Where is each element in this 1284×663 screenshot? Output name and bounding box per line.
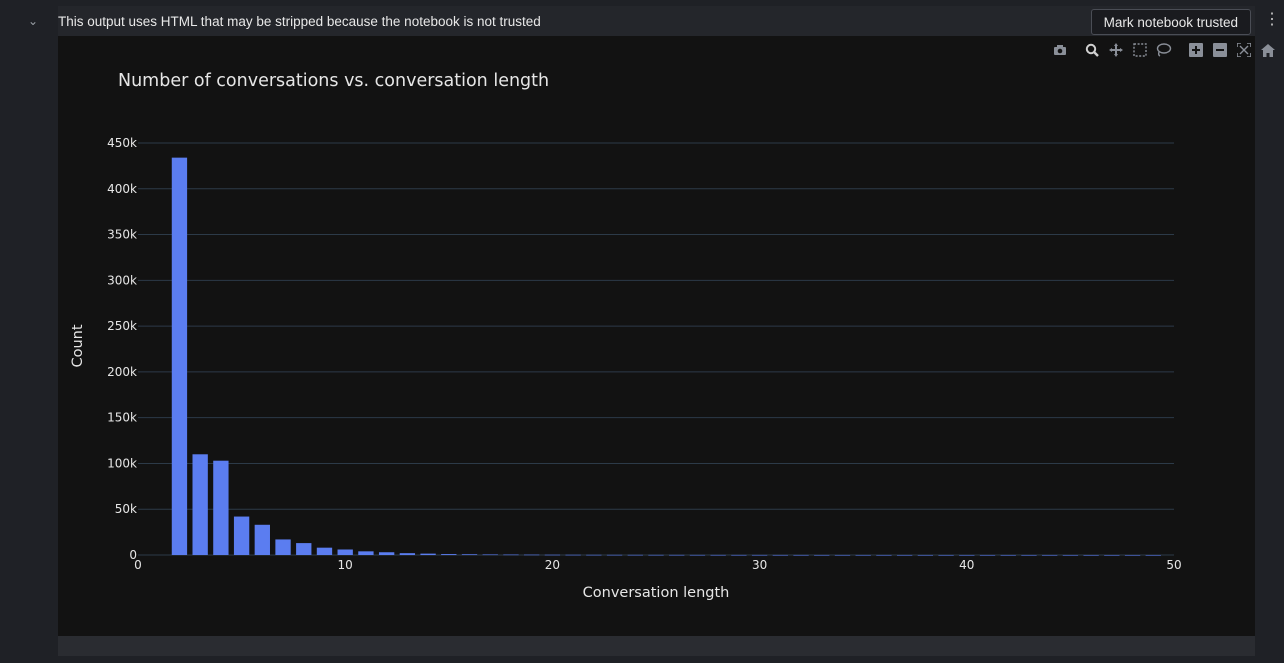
x-axis-label: Conversation length [583, 585, 730, 601]
bar[interactable] [793, 554, 809, 556]
bar[interactable] [959, 554, 975, 556]
y-tick-label: 450k [107, 136, 137, 150]
y-tick-labels: 050k100k150k200k250k300k350k400k450k [107, 136, 137, 562]
x-tick-label: 20 [545, 558, 560, 572]
bar[interactable] [482, 554, 498, 556]
untrusted-warning-bar: This output uses HTML that may be stripp… [58, 6, 1255, 36]
y-tick-label: 350k [107, 228, 137, 242]
bar[interactable] [917, 554, 934, 556]
x-tick-labels: 0 10 20 30 40 50 [134, 558, 1181, 572]
bar[interactable] [1145, 554, 1161, 556]
x-tick-label: 50 [1166, 558, 1181, 572]
cell-menu-icon[interactable]: ⋮ [1264, 10, 1280, 30]
bar[interactable] [606, 554, 623, 556]
bar[interactable] [586, 554, 602, 556]
bar[interactable] [192, 454, 208, 555]
x-tick-label: 40 [959, 558, 974, 572]
reset-axes-icon[interactable] [1256, 40, 1280, 60]
bar[interactable] [834, 554, 851, 556]
bar[interactable] [979, 554, 996, 556]
bar[interactable] [296, 543, 312, 555]
bar[interactable] [772, 554, 788, 556]
bar[interactable] [378, 552, 395, 555]
y-axis-label: Count [70, 324, 86, 367]
y-tick-label: 250k [107, 319, 137, 333]
y-tick-label: 200k [107, 365, 137, 379]
bar[interactable] [441, 554, 457, 555]
x-tick-label: 0 [134, 558, 142, 572]
bar[interactable] [420, 553, 436, 555]
y-tick-label: 300k [107, 273, 137, 287]
bar[interactable] [254, 524, 270, 555]
chart-title: Number of conversations vs. conversation… [118, 71, 549, 91]
bar[interactable] [524, 554, 540, 556]
bar[interactable] [233, 516, 250, 555]
bar[interactable] [171, 157, 188, 555]
bar[interactable] [648, 554, 664, 556]
bar[interactable] [461, 554, 478, 555]
bar[interactable] [1021, 554, 1037, 556]
collapse-output-toggle[interactable]: ⌄ [24, 12, 42, 30]
bar[interactable] [1042, 554, 1058, 556]
untrusted-warning-text: This output uses HTML that may be stripp… [58, 13, 541, 29]
output-cell: This output uses HTML that may be stripp… [58, 6, 1275, 656]
bar[interactable] [731, 554, 747, 556]
bar[interactable] [710, 554, 726, 556]
bar[interactable] [814, 554, 830, 556]
bar[interactable] [213, 460, 229, 555]
y-tick-label: 150k [107, 411, 137, 425]
bar[interactable] [751, 554, 768, 556]
output-footer [58, 636, 1255, 656]
bar[interactable] [358, 551, 374, 555]
bar[interactable] [399, 553, 416, 555]
bar[interactable] [1000, 554, 1016, 556]
bar[interactable] [565, 554, 581, 556]
bar[interactable] [503, 554, 519, 556]
y-tick-label: 400k [107, 182, 137, 196]
grid-lines [138, 142, 1174, 556]
bar[interactable] [896, 554, 913, 556]
bar[interactable] [689, 554, 706, 556]
bar[interactable] [876, 554, 892, 556]
bar[interactable] [544, 554, 561, 556]
mark-notebook-trusted-button[interactable]: Mark notebook trusted [1090, 9, 1251, 35]
bar[interactable] [1124, 554, 1141, 556]
bar[interactable] [316, 547, 333, 555]
bar[interactable] [627, 554, 643, 556]
x-tick-label: 30 [752, 558, 767, 572]
y-tick-label: 50k [115, 502, 137, 516]
bars [171, 157, 1161, 556]
bar[interactable] [855, 554, 871, 556]
bar[interactable] [1062, 554, 1079, 556]
bar[interactable] [669, 554, 685, 556]
bar[interactable] [1083, 554, 1099, 556]
bar[interactable] [337, 549, 353, 555]
x-tick-label: 10 [338, 558, 353, 572]
chevron-down-icon: ⌄ [27, 14, 39, 28]
bar[interactable] [938, 554, 954, 556]
bar-chart: Number of conversations vs. conversation… [70, 71, 1182, 601]
y-tick-label: 100k [107, 456, 137, 470]
bar[interactable] [275, 539, 291, 555]
bar[interactable] [1104, 554, 1120, 556]
